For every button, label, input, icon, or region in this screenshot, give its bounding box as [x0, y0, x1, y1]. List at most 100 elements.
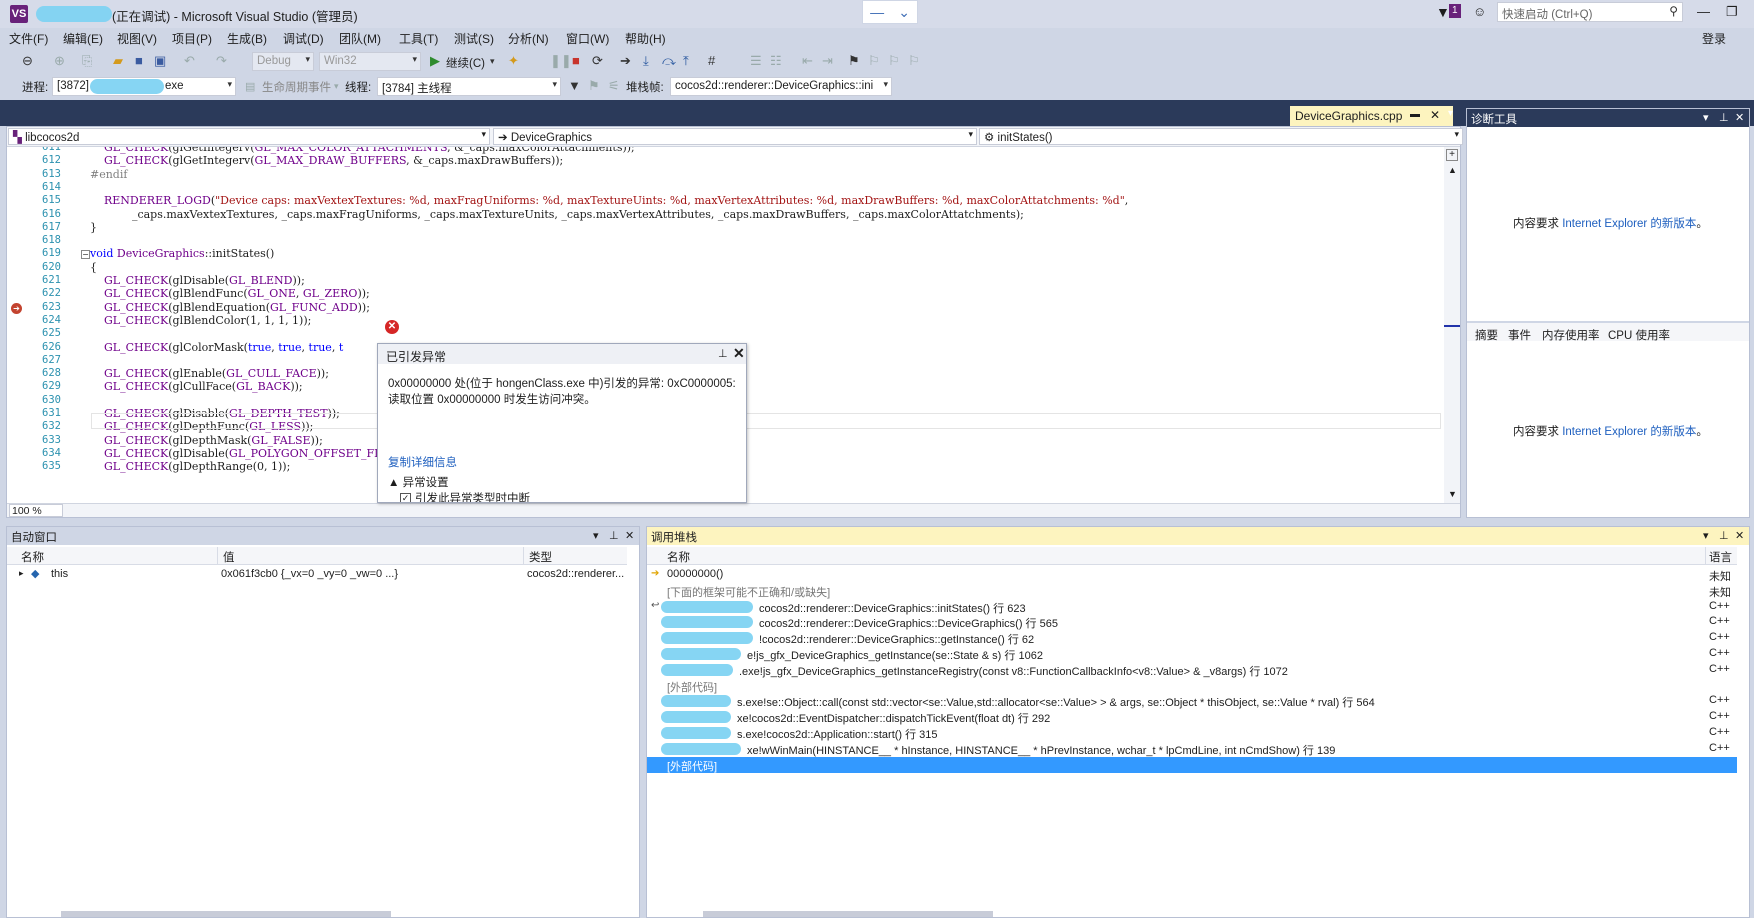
- menu-test[interactable]: 测试(S): [454, 30, 494, 47]
- lifecycle-events-button[interactable]: 生命周期事件: [262, 79, 331, 95]
- prev-bookmark-icon[interactable]: ⚐: [868, 53, 880, 69]
- save-icon[interactable]: ■: [135, 53, 143, 68]
- pin-tab-icon[interactable]: ▬: [1410, 109, 1420, 120]
- step-into-icon[interactable]: ⤓: [643, 53, 649, 69]
- table-row[interactable]: ▸ ◆ this 0x061f3cb0 {_vx=0 _vy=0 _vw=0 .…: [7, 567, 639, 583]
- column-name[interactable]: 名称: [21, 549, 44, 565]
- menu-debug[interactable]: 调试(D): [283, 30, 324, 47]
- notification-badge[interactable]: 1: [1449, 4, 1461, 18]
- call-stack-horizontal-scrollbar[interactable]: [703, 911, 993, 917]
- editor-vertical-scrollbar[interactable]: + ▲ ▼: [1444, 147, 1460, 503]
- call-stack-row[interactable]: s.exe!cocos2d::Application::start() 行 31…: [647, 725, 1737, 741]
- column-divider[interactable]: [217, 547, 218, 565]
- menu-analyze[interactable]: 分析(N): [508, 30, 549, 47]
- menu-window[interactable]: 窗口(W): [566, 30, 609, 47]
- call-stack-row[interactable]: [下面的框架可能不正确和/或缺失] 未知: [647, 583, 1737, 599]
- chevron-down-icon[interactable]: ⌄: [898, 4, 910, 21]
- close-tab-icon[interactable]: ✕: [1430, 108, 1440, 122]
- pin-icon[interactable]: ⊥: [609, 529, 619, 542]
- restore-window-icon[interactable]: ❐: [1726, 4, 1738, 20]
- comment-out-icon[interactable]: ☰: [750, 53, 762, 69]
- column-name[interactable]: 名称: [667, 549, 690, 565]
- call-stack-row[interactable]: ↩ cocos2d::renderer::DeviceGraphics::init…: [647, 599, 1737, 615]
- menu-tools[interactable]: 工具(T): [399, 30, 438, 47]
- panel-dropdown-icon[interactable]: ▾: [1703, 529, 1709, 542]
- column-divider[interactable]: [1705, 547, 1706, 565]
- expand-arrow-icon[interactable]: ▸: [19, 568, 24, 579]
- zoom-select[interactable]: 100 %: [9, 504, 63, 517]
- call-stack-row[interactable]: !cocos2d::renderer::DeviceGraphics::getI…: [647, 630, 1737, 646]
- exception-settings-header[interactable]: ▲ 异常设置: [388, 474, 449, 490]
- uncomment-icon[interactable]: ☷: [770, 53, 782, 69]
- tab-dropdown-icon[interactable]: ▾: [1448, 108, 1453, 119]
- close-icon[interactable]: ✕: [1735, 529, 1744, 542]
- call-stack-row[interactable]: ➔ 00000000() 未知: [647, 567, 1737, 583]
- break-on-exception-checkbox[interactable]: ✓ 引发此异常类型时中断: [400, 490, 530, 502]
- show-flagged-threads-icon[interactable]: ⚟: [608, 78, 620, 94]
- call-stack-row[interactable]: xe!cocos2d::EventDispatcher::dispatchTic…: [647, 709, 1737, 725]
- save-all-icon[interactable]: ▣: [154, 53, 166, 69]
- break-all-icon[interactable]: ❚❚: [550, 53, 572, 69]
- pin-icon[interactable]: ⊥: [718, 347, 728, 360]
- call-stack-row[interactable]: cocos2d::renderer::DeviceGraphics::Devic…: [647, 614, 1737, 630]
- call-stack-row[interactable]: .exe!js_gfx_DeviceGraphics_getInstanceRe…: [647, 662, 1737, 678]
- thread-filter-icon[interactable]: ▼: [568, 78, 581, 93]
- autos-horizontal-scrollbar[interactable]: [61, 911, 391, 917]
- menu-edit[interactable]: 编辑(E): [63, 30, 103, 47]
- menu-view[interactable]: 视图(V): [117, 30, 157, 47]
- menu-project[interactable]: 项目(P): [172, 30, 212, 47]
- ie-download-link[interactable]: Internet Explorer 的新版本: [1562, 218, 1696, 230]
- member-nav-select[interactable]: ⚙ initStates() ▾: [979, 128, 1463, 145]
- step-out-icon[interactable]: ⤒: [683, 53, 689, 69]
- column-language[interactable]: 语言: [1709, 549, 1732, 565]
- class-nav-select[interactable]: ➔ DeviceGraphics ▾: [493, 128, 977, 145]
- indent-icon[interactable]: ⇥: [822, 53, 833, 69]
- collapse-region-icon[interactable]: −: [81, 250, 90, 260]
- call-stack-row[interactable]: [外部代码]: [647, 756, 1737, 773]
- chevron-down-icon[interactable]: ▾: [334, 81, 339, 92]
- column-value[interactable]: 值: [223, 549, 235, 565]
- column-type[interactable]: 类型: [529, 549, 552, 565]
- call-stack-row[interactable]: xe!wWinMain(HINSTANCE__ * hInstance, HIN…: [647, 741, 1737, 757]
- minimize-window-icon[interactable]: —: [1697, 4, 1710, 19]
- step-over-icon[interactable]: ⤼: [662, 53, 676, 69]
- new-project-icon[interactable]: ⎘: [82, 53, 92, 69]
- call-stack-row[interactable]: s.exe!se::Object::call(const std::vector…: [647, 693, 1737, 709]
- open-file-icon[interactable]: ▰: [113, 53, 123, 69]
- split-editor-icon[interactable]: +: [1446, 149, 1458, 161]
- tab-devicegraphics-cpp[interactable]: DeviceGraphics.cpp ▬ ✕: [1290, 106, 1453, 126]
- filter-icon[interactable]: ▼: [1436, 4, 1450, 20]
- restart-icon[interactable]: ⟳: [592, 53, 603, 69]
- column-divider[interactable]: [523, 547, 524, 565]
- back-navigation-icon[interactable]: ⊖: [22, 53, 33, 69]
- attach-process-icon[interactable]: ✦: [508, 53, 519, 69]
- project-nav-select[interactable]: ▚ libcocos2d ▾: [8, 128, 490, 145]
- close-icon[interactable]: ✕: [1735, 111, 1744, 124]
- panel-dropdown-icon[interactable]: ▾: [593, 529, 599, 542]
- bookmark-icon[interactable]: ⚑: [848, 53, 860, 69]
- feedback-buttons[interactable]: — ⌄: [862, 0, 918, 24]
- menu-help[interactable]: 帮助(H): [625, 30, 666, 47]
- minus-icon[interactable]: —: [870, 4, 884, 20]
- show-next-statement-icon[interactable]: ➔: [620, 53, 631, 69]
- tab-memory-usage[interactable]: 内存使用率: [1542, 327, 1600, 343]
- feedback-icon[interactable]: ☺: [1473, 4, 1486, 19]
- redo-icon[interactable]: ↷: [216, 53, 227, 69]
- solution-config-select[interactable]: Debug ▾: [252, 52, 314, 71]
- continue-play-icon[interactable]: ▶: [430, 53, 440, 69]
- menu-file[interactable]: 文件(F): [9, 30, 48, 47]
- menu-team[interactable]: 团队(M): [339, 30, 381, 47]
- undo-icon[interactable]: ↶: [184, 53, 195, 69]
- scroll-down-icon[interactable]: ▼: [1448, 489, 1457, 499]
- ie-download-link[interactable]: Internet Explorer 的新版本: [1562, 426, 1696, 438]
- pin-icon[interactable]: ⊥: [1719, 111, 1729, 124]
- quick-launch-input[interactable]: 快速启动 (Ctrl+Q) ⚲: [1497, 2, 1683, 22]
- error-icon[interactable]: ✕: [385, 320, 399, 334]
- tab-summary[interactable]: 摘要: [1475, 327, 1498, 343]
- lifecycle-events-icon[interactable]: ▤: [245, 80, 255, 93]
- flag-threads-icon[interactable]: ⚑: [588, 78, 600, 94]
- copy-details-link[interactable]: 复制详细信息: [388, 454, 457, 470]
- pin-icon[interactable]: ⊥: [1719, 529, 1729, 542]
- checkbox-checked-icon[interactable]: ✓: [400, 493, 411, 502]
- forward-navigation-icon[interactable]: ⊕: [54, 53, 65, 69]
